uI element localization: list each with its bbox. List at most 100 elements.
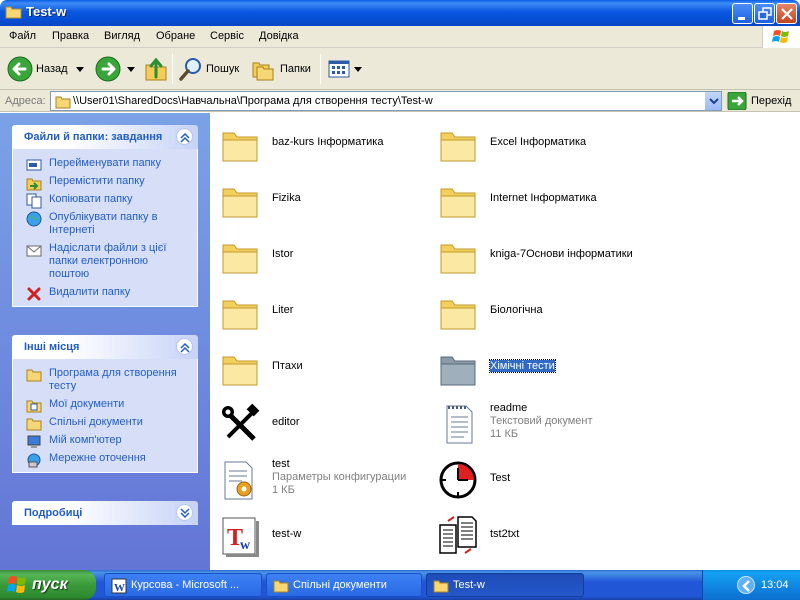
folder-item[interactable]: Fizika <box>214 175 434 225</box>
task-delete-folder[interactable]: Видалити папку <box>13 284 197 302</box>
folder-icon <box>26 369 42 382</box>
globe-icon <box>26 211 42 227</box>
go-arrow-icon <box>727 92 747 110</box>
file-item[interactable]: Test <box>432 455 652 505</box>
title-bar[interactable]: Test-w <box>0 0 800 26</box>
delete-icon <box>27 287 41 301</box>
task-rename-folder[interactable]: Перейменувати папку <box>13 155 197 173</box>
toolbar-separator <box>320 54 321 84</box>
chevron-down-icon <box>709 98 719 105</box>
taskbar: пуск W Курсова - Microsoft ... Спільні д… <box>0 570 800 600</box>
place-parent-folder[interactable]: Програма для створення тесту <box>13 365 197 396</box>
place-network[interactable]: Мережне оточення <box>13 450 197 468</box>
folder-icon <box>5 6 22 19</box>
folder-item[interactable]: Istor <box>214 231 434 281</box>
place-my-documents[interactable]: Мої документи <box>13 396 197 414</box>
forward-button[interactable] <box>94 55 138 83</box>
window-title: Test-w <box>26 4 67 19</box>
menu-edit[interactable]: Правка <box>52 30 89 42</box>
views-button[interactable] <box>326 55 362 83</box>
file-item[interactable]: test Параметры конфигурации 1 КБ <box>214 455 434 505</box>
file-item[interactable]: tst2txt <box>432 511 652 561</box>
rename-icon <box>26 159 42 171</box>
menu-file[interactable]: Файл <box>9 30 36 42</box>
restore-button[interactable] <box>754 3 775 24</box>
folder-icon <box>222 132 258 162</box>
minimize-button[interactable] <box>732 3 753 24</box>
folder-item[interactable]: Excel Інформатика <box>432 119 652 169</box>
tw-app-icon: T w <box>222 517 259 557</box>
start-button[interactable]: пуск <box>0 570 96 600</box>
menu-help[interactable]: Довідка <box>259 30 299 42</box>
panel-header[interactable]: Інші місця <box>12 335 198 359</box>
folder-icon <box>55 96 71 109</box>
tools-icon <box>222 403 260 441</box>
up-folder-button[interactable] <box>144 55 168 83</box>
folder-item[interactable]: Птахи <box>214 343 434 393</box>
collapse-icon[interactable] <box>176 338 193 355</box>
collapse-icon[interactable] <box>176 128 193 145</box>
clock-app-icon <box>439 461 477 499</box>
chevron-down-icon <box>127 67 135 72</box>
task-move-folder[interactable]: Перемістити папку <box>13 173 197 191</box>
toolbar-separator <box>172 54 173 84</box>
windows-logo-icon <box>7 576 26 593</box>
address-dropdown-button[interactable] <box>704 92 721 110</box>
search-button[interactable]: Пошук <box>178 55 244 83</box>
folder-icon <box>222 188 258 218</box>
file-item[interactable]: T w test-w <box>214 511 434 561</box>
move-folder-icon <box>26 178 42 191</box>
close-button[interactable] <box>776 3 797 24</box>
computer-icon <box>27 435 41 448</box>
file-item[interactable]: editor <box>214 399 434 449</box>
chevron-left-icon <box>742 580 750 592</box>
close-icon <box>781 8 793 20</box>
folder-item[interactable]: kniga-7Основи інформатики <box>432 231 652 281</box>
chevron-down-icon <box>76 67 84 72</box>
folder-icon <box>440 300 476 330</box>
folder-icon <box>273 580 289 593</box>
folder-icon <box>440 244 476 274</box>
panel-header[interactable]: Подробиці <box>12 501 198 525</box>
folder-item[interactable]: Liter <box>214 287 434 337</box>
restore-icon <box>758 7 772 20</box>
menu-favorites[interactable]: Обране <box>156 30 195 42</box>
back-arrow-icon <box>7 56 33 82</box>
convert-app-icon <box>439 516 477 554</box>
word-icon: W <box>111 578 127 594</box>
folders-icon <box>252 62 274 81</box>
folder-icon <box>222 300 258 330</box>
taskbar-item-test-w[interactable]: Test-w <box>426 573 584 597</box>
folder-item[interactable]: baz-kurs Інформатика <box>214 119 434 169</box>
folder-item[interactable]: Internet Інформатика <box>432 175 652 225</box>
taskbar-item-shared-docs[interactable]: Спільні документи <box>266 573 422 597</box>
place-shared-documents[interactable]: Спільні документи <box>13 414 197 432</box>
panel-header[interactable]: Файли й папки: завдання <box>12 125 198 149</box>
file-item[interactable]: readme Текстовий документ 11 КБ <box>432 399 652 449</box>
task-copy-folder[interactable]: Копіювати папку <box>13 191 197 209</box>
details-panel: Подробиці <box>12 501 198 525</box>
other-places-panel: Інші місця Програма для створення тесту … <box>12 335 198 473</box>
folder-item[interactable]: Біологічна <box>432 287 652 337</box>
task-email-files[interactable]: Надіслати файли з цієї папки електронною… <box>13 240 197 284</box>
menu-tools[interactable]: Сервіс <box>210 30 244 42</box>
chevron-down-icon <box>354 67 362 72</box>
clock[interactable]: 13:04 <box>761 579 789 591</box>
folder-icon <box>222 244 258 274</box>
show-hidden-icons-button[interactable] <box>737 576 755 594</box>
menu-view[interactable]: Вигляд <box>104 30 140 42</box>
expand-icon[interactable] <box>176 504 193 521</box>
folder-icon <box>440 188 476 218</box>
folder-item-selected[interactable]: Хімічні тести <box>432 343 652 393</box>
network-icon <box>27 453 41 468</box>
forward-arrow-icon <box>95 56 121 82</box>
folders-button[interactable]: Папки <box>250 55 316 83</box>
file-list: baz-kurs Інформатика Excel Інформатика F… <box>210 113 800 570</box>
copy-folder-icon <box>26 193 42 209</box>
back-button[interactable]: Назад <box>6 55 88 83</box>
task-publish-folder[interactable]: Опублікувати папку в Інтернеті <box>13 209 197 240</box>
address-field[interactable]: \\User01\SharedDocs\Навчальна\Програма д… <box>50 91 722 111</box>
taskbar-item-word[interactable]: W Курсова - Microsoft ... <box>104 573 262 597</box>
toolbar: Назад Пошук Папки <box>0 48 800 90</box>
place-my-computer[interactable]: Мій комп'ютер <box>13 432 197 450</box>
